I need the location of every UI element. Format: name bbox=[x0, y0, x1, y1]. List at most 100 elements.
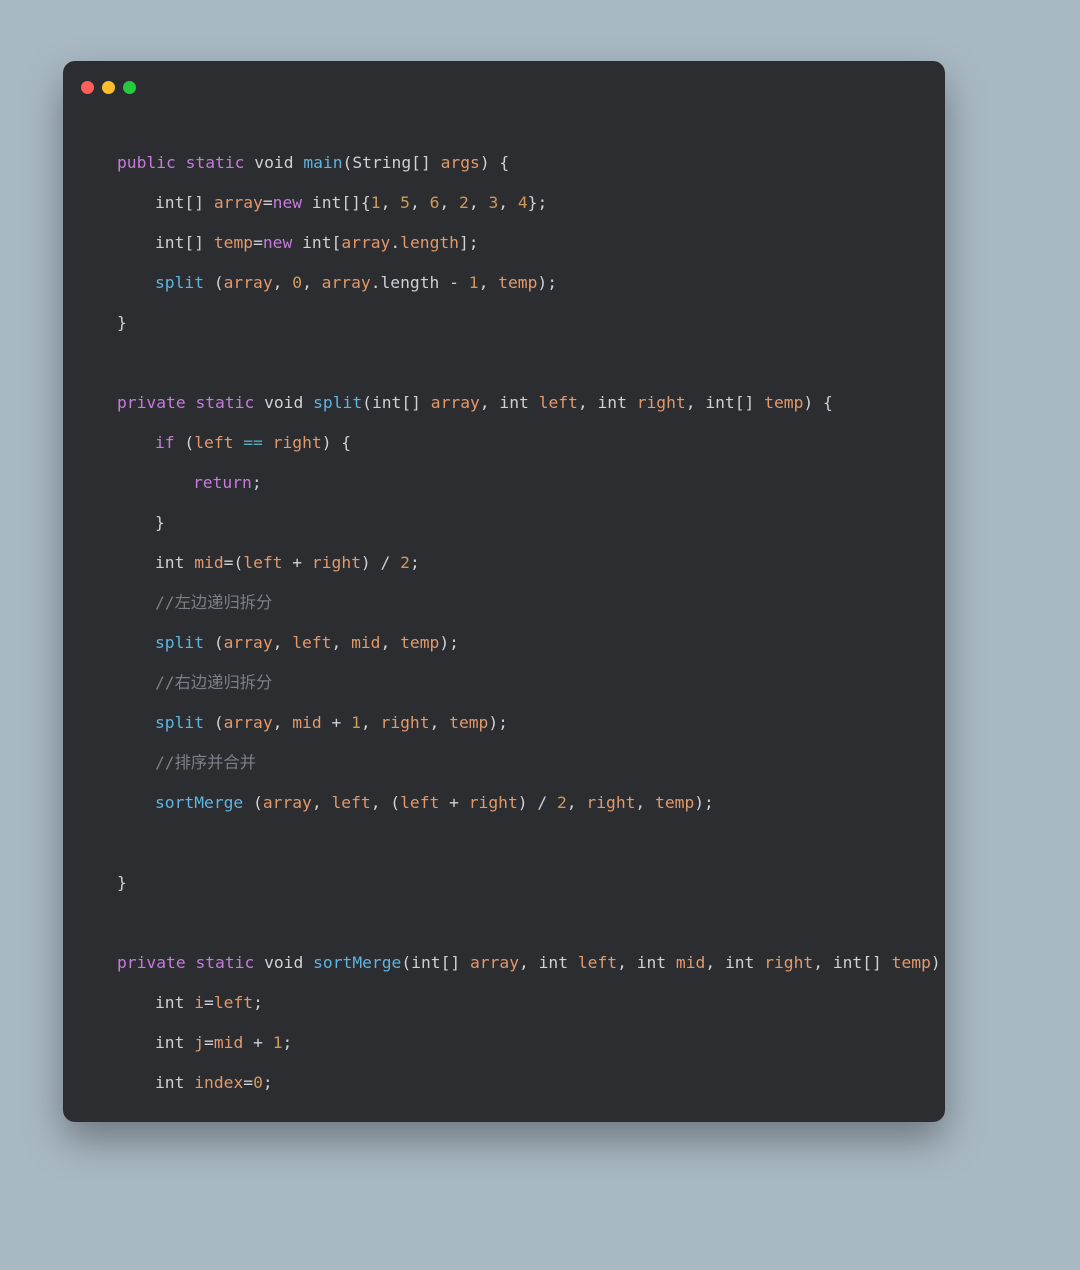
id-array: array bbox=[431, 393, 480, 412]
type-int: int bbox=[155, 193, 184, 212]
id-left: left bbox=[214, 993, 253, 1012]
num: 2 bbox=[557, 793, 567, 812]
id-array: array bbox=[322, 273, 371, 292]
id-right: right bbox=[469, 793, 518, 812]
type-int: int bbox=[302, 233, 331, 252]
num: 1 bbox=[351, 713, 361, 732]
type-int: int bbox=[155, 993, 184, 1012]
type-int: int bbox=[637, 953, 666, 972]
id-array: array bbox=[224, 273, 273, 292]
close-icon[interactable] bbox=[81, 81, 94, 94]
num: 6 bbox=[430, 193, 440, 212]
id-array: array bbox=[263, 793, 312, 812]
id-mid: mid bbox=[194, 553, 223, 572]
type-string: String bbox=[352, 153, 411, 172]
id-mid: mid bbox=[351, 633, 380, 652]
id-right: right bbox=[586, 793, 635, 812]
window-controls bbox=[81, 81, 136, 94]
num: 3 bbox=[488, 193, 498, 212]
kw-new: new bbox=[263, 233, 292, 252]
id-right: right bbox=[637, 393, 686, 412]
kw-static: static bbox=[186, 153, 245, 172]
id-left: left bbox=[539, 393, 578, 412]
type-int: int bbox=[597, 393, 626, 412]
kw-void: void bbox=[264, 393, 303, 412]
id-left: left bbox=[194, 433, 233, 452]
kw-public: public bbox=[117, 153, 176, 172]
kw-if: if bbox=[155, 433, 175, 452]
type-int: int bbox=[372, 393, 401, 412]
id-array: array bbox=[470, 953, 519, 972]
id-temp: temp bbox=[892, 953, 931, 972]
num: 4 bbox=[518, 193, 528, 212]
type-int: int bbox=[411, 953, 440, 972]
id-array: array bbox=[214, 193, 263, 212]
id-left: left bbox=[400, 793, 439, 812]
id-left: left bbox=[243, 553, 282, 572]
comment: //右边递归拆分 bbox=[155, 673, 272, 692]
id-length: length bbox=[400, 233, 459, 252]
id-right: right bbox=[312, 553, 361, 572]
fn-split: split bbox=[313, 393, 362, 412]
num: 5 bbox=[400, 193, 410, 212]
id-length: length bbox=[381, 273, 440, 292]
num: 0 bbox=[253, 1073, 263, 1092]
id-right: right bbox=[381, 713, 430, 732]
comment: //排序并合并 bbox=[155, 753, 256, 772]
id-temp: temp bbox=[498, 273, 537, 292]
id-array: array bbox=[341, 233, 390, 252]
id-left: left bbox=[578, 953, 617, 972]
fn-split: split bbox=[155, 713, 204, 732]
kw-private: private bbox=[117, 953, 186, 972]
kw-private: private bbox=[117, 393, 186, 412]
kw-static: static bbox=[195, 953, 254, 972]
num: 1 bbox=[371, 193, 381, 212]
fn-split: split bbox=[155, 273, 204, 292]
id-mid: mid bbox=[214, 1033, 243, 1052]
kw-static: static bbox=[195, 393, 254, 412]
fn-sortmerge: sortMerge bbox=[313, 953, 401, 972]
type-int: int bbox=[833, 953, 862, 972]
comment: //左边递归拆分 bbox=[155, 593, 272, 612]
type-int: int bbox=[155, 1033, 184, 1052]
num: 2 bbox=[459, 193, 469, 212]
id-temp: temp bbox=[400, 633, 439, 652]
id-temp: temp bbox=[449, 713, 488, 732]
code-card: public static void main(String[] args) {… bbox=[63, 61, 945, 1122]
id-i: i bbox=[194, 993, 204, 1012]
id-right: right bbox=[764, 953, 813, 972]
num: 2 bbox=[400, 553, 410, 572]
kw-void: void bbox=[264, 953, 303, 972]
kw-return: return bbox=[193, 473, 252, 492]
fn-main: main bbox=[303, 153, 342, 172]
type-int: int bbox=[499, 393, 528, 412]
id-args: args bbox=[441, 153, 480, 172]
fn-sortmerge: sortMerge bbox=[155, 793, 243, 812]
minimize-icon[interactable] bbox=[102, 81, 115, 94]
type-int: int bbox=[539, 953, 568, 972]
kw-new: new bbox=[273, 193, 302, 212]
fn-split: split bbox=[155, 633, 204, 652]
type-int: int bbox=[705, 393, 734, 412]
id-mid: mid bbox=[292, 713, 321, 732]
id-left: left bbox=[331, 793, 370, 812]
code-block: public static void main(String[] args) {… bbox=[83, 113, 945, 1122]
kw-void: void bbox=[254, 153, 293, 172]
id-mid: mid bbox=[676, 953, 705, 972]
id-temp: temp bbox=[764, 393, 803, 412]
type-int: int bbox=[155, 1073, 184, 1092]
type-int: int bbox=[155, 233, 184, 252]
zoom-icon[interactable] bbox=[123, 81, 136, 94]
type-int: int bbox=[725, 953, 754, 972]
type-int2: int bbox=[312, 193, 341, 212]
id-left: left bbox=[292, 633, 331, 652]
id-temp: temp bbox=[214, 233, 253, 252]
id-j: j bbox=[194, 1033, 204, 1052]
id-right: right bbox=[273, 433, 322, 452]
type-int: int bbox=[155, 553, 184, 572]
num: 1 bbox=[469, 273, 479, 292]
id-temp: temp bbox=[655, 793, 694, 812]
id-index: index bbox=[194, 1073, 243, 1092]
id-array: array bbox=[224, 633, 273, 652]
num: 0 bbox=[292, 273, 302, 292]
